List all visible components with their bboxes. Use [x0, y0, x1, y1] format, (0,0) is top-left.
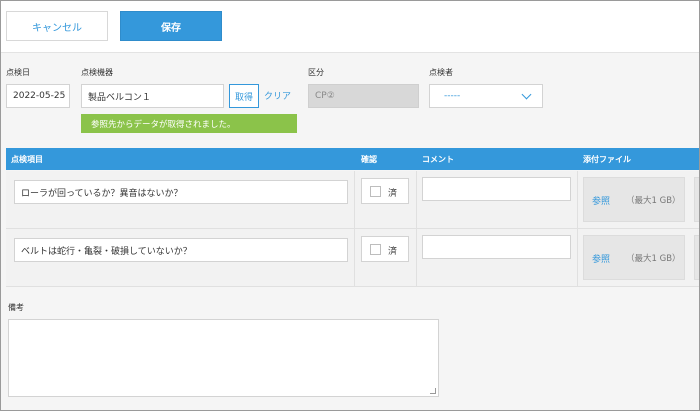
inspection-date-label: 点検日	[6, 68, 30, 77]
cancel-button[interactable]: キャンセル	[6, 11, 108, 41]
column-divider	[354, 229, 355, 287]
toolbar: キャンセル 保存	[1, 1, 699, 53]
save-button[interactable]: 保存	[120, 11, 222, 41]
remarks-label: 備考	[8, 303, 24, 312]
data-fetched-notice: 参照先からデータが取得されました。	[81, 114, 297, 133]
equipment-field[interactable]: 製品ベルコン１	[81, 84, 224, 108]
max-size-note: （最大1 GB）	[626, 254, 681, 264]
resize-handle-icon[interactable]	[430, 388, 436, 394]
confirm-label: 済	[388, 189, 398, 199]
inspector-label: 点検者	[429, 68, 453, 77]
equipment-label: 点検機器	[81, 68, 113, 77]
attachment-extra-box	[694, 235, 699, 280]
attachment-extra-box	[694, 177, 699, 222]
header-comment: コメント	[422, 155, 454, 164]
column-divider	[416, 171, 417, 229]
confirm-checkbox[interactable]: 済	[361, 178, 409, 204]
clear-link[interactable]: クリア	[264, 89, 291, 102]
browse-link[interactable]: 参照	[592, 194, 610, 207]
category-field: CP②	[308, 84, 419, 108]
inspection-item-input[interactable]: ローラが回っているか？異音はないか？	[14, 180, 348, 204]
checkbox-square[interactable]	[370, 244, 381, 255]
column-divider	[577, 171, 578, 229]
checkbox-square[interactable]	[370, 186, 381, 197]
header-item: 点検項目	[11, 155, 43, 164]
inspector-select-value: -----	[444, 91, 461, 101]
max-size-note: （最大1 GB）	[626, 196, 681, 206]
chevron-down-icon	[521, 89, 532, 100]
confirm-checkbox[interactable]: 済	[361, 236, 409, 262]
inspection-item-input[interactable]: ベルトは蛇行・亀裂・破損していないか？	[14, 238, 348, 262]
browse-link[interactable]: 参照	[592, 252, 610, 265]
inspection-table-header: 点検項目 確認 コメント 添付ファイル	[6, 148, 699, 170]
category-label: 区分	[308, 68, 324, 77]
confirm-label: 済	[388, 247, 398, 257]
table-row: ローラが回っているか？異音はないか？ 済 参照 （最大1 GB）	[6, 171, 699, 229]
inspection-date-field[interactable]: 2022-05-25	[6, 84, 70, 108]
column-divider	[577, 229, 578, 287]
table-row: ベルトは蛇行・亀裂・破損していないか？ 済 参照 （最大1 GB）	[6, 229, 699, 287]
attachment-box: 参照 （最大1 GB）	[583, 177, 685, 222]
header-confirm: 確認	[361, 155, 377, 164]
get-button[interactable]: 取得	[229, 84, 259, 108]
header-attachment: 添付ファイル	[583, 155, 631, 164]
form-window: キャンセル 保存 点検日 2022-05-25 点検機器 製品ベルコン１ 取得 …	[0, 0, 700, 411]
remarks-textarea[interactable]	[8, 319, 439, 397]
column-divider	[354, 171, 355, 229]
column-divider	[416, 229, 417, 287]
inspector-select[interactable]: -----	[429, 84, 543, 108]
comment-input[interactable]	[422, 235, 571, 259]
attachment-box: 参照 （最大1 GB）	[583, 235, 685, 280]
comment-input[interactable]	[422, 177, 571, 201]
